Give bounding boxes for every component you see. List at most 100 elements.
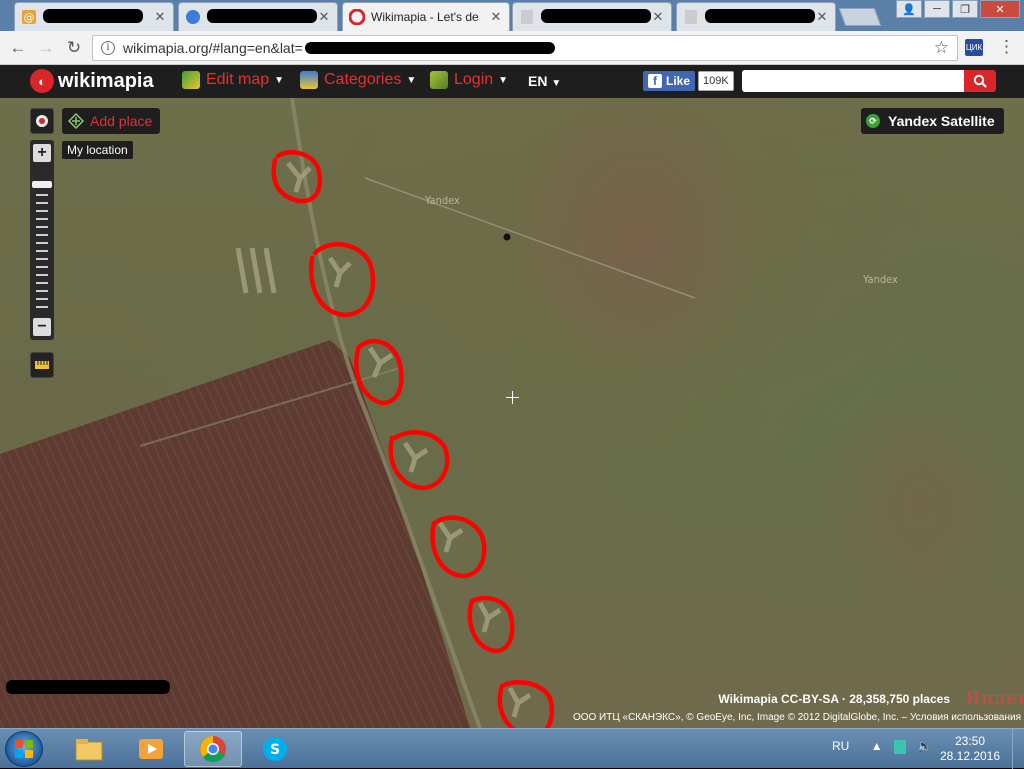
zoom-out-button[interactable]: −: [33, 318, 51, 336]
redacted-text: [207, 8, 317, 23]
tray-expand-icon[interactable]: ▲: [871, 739, 883, 753]
browser-tab[interactable]: @ ✕: [14, 2, 174, 31]
highlight-annotations: [271, 150, 555, 728]
tray-app-icon[interactable]: [893, 739, 906, 754]
keyboard-language[interactable]: RU: [832, 739, 849, 753]
yandex-watermark: Yandex: [425, 194, 460, 207]
wikimapia-logo-icon: ◐: [30, 69, 54, 93]
windows-logo-icon: [15, 740, 33, 758]
tab-close-icon[interactable]: ✕: [153, 9, 167, 25]
my-location-tooltip: My location: [62, 141, 133, 159]
redacted-text: [304, 42, 555, 54]
menu-dots-icon[interactable]: ⋮: [998, 37, 1015, 57]
forward-icon[interactable]: →: [36, 38, 56, 58]
yandex-logo: Яндекс: [965, 688, 1024, 709]
highlight-circle: [388, 430, 450, 491]
ruler-icon: [35, 361, 49, 369]
zoom-control: + −: [30, 140, 54, 340]
location-target-icon: [36, 115, 48, 127]
url-text: wikimapia.org/#lang=en&lat=: [123, 40, 303, 56]
search-button[interactable]: [964, 70, 996, 92]
svg-text:S: S: [270, 742, 280, 758]
system-tray: RU ▲ 🔈: [832, 739, 932, 754]
browser-toolbar: ← → ↻ i wikimapia.org/#lang=en&lat= ☆ ЦИ…: [0, 31, 1024, 65]
login-icon: [430, 71, 448, 89]
wikimapia-logo[interactable]: ◐ wikimapia: [30, 69, 154, 93]
tab-close-icon[interactable]: ✕: [489, 9, 503, 25]
chrome-icon[interactable]: [184, 731, 242, 767]
map-layer-selector[interactable]: ⟳ Yandex Satellite: [861, 108, 1004, 134]
browser-tab-strip: @ ✕ ✕ Wikimapia - Let's de ✕ ✕ ✕ 👤 ─ ❐ ✕: [0, 0, 1024, 31]
ruler-button[interactable]: [30, 352, 54, 378]
redacted-text: [6, 680, 170, 694]
add-place-icon: [67, 112, 85, 130]
facebook-like-button[interactable]: f Like: [643, 71, 696, 91]
volume-icon[interactable]: 🔈: [917, 739, 932, 753]
tab-close-icon[interactable]: ✕: [815, 9, 829, 25]
clock[interactable]: 23:50 28.12.2016: [935, 734, 1005, 764]
highlight-circle: [271, 150, 323, 204]
search-icon: [973, 74, 987, 88]
facebook-icon: f: [648, 74, 662, 88]
wikimapia-icon: [349, 9, 365, 25]
window-controls: 👤 ─ ❐ ✕: [896, 0, 1020, 18]
browser-tab[interactable]: ✕: [676, 2, 836, 31]
chevron-down-icon: ▼: [551, 78, 562, 89]
new-tab-button[interactable]: [838, 8, 882, 26]
reload-icon[interactable]: ↻: [64, 38, 84, 58]
file-explorer-icon[interactable]: [60, 731, 118, 767]
language-selector[interactable]: EN ▼: [528, 73, 561, 89]
start-button[interactable]: [5, 731, 43, 767]
bookmark-star-icon[interactable]: ☆: [934, 38, 949, 58]
facebook-like-count: 109K: [698, 71, 734, 91]
minimize-icon[interactable]: ─: [924, 0, 950, 18]
redacted-text: [541, 8, 651, 23]
mail-at-icon: @: [21, 9, 37, 25]
crosshair-icon: [506, 391, 519, 404]
redacted-text: [705, 8, 815, 23]
imagery-credit: ООО ИТЦ «СКАНЭКС», © GeoEye, Inc, Image …: [572, 712, 1021, 723]
highlight-circle: [467, 595, 515, 654]
chevron-down-icon: ▼: [406, 74, 417, 86]
highlight-circle: [309, 242, 376, 318]
categories-icon: [300, 71, 318, 89]
page-icon: [683, 9, 699, 25]
tab-close-icon[interactable]: ✕: [317, 9, 331, 25]
add-place-button[interactable]: Add place: [62, 108, 161, 134]
skype-icon[interactable]: S: [246, 731, 304, 767]
windows-taskbar: S RU ▲ 🔈 23:50 28.12.2016: [0, 728, 1024, 769]
login-menu[interactable]: Login ▼: [430, 71, 508, 89]
maximize-icon[interactable]: ❐: [952, 0, 978, 18]
address-bar[interactable]: i wikimapia.org/#lang=en&lat= ☆: [92, 35, 958, 61]
my-location-button[interactable]: [30, 108, 54, 134]
user-icon[interactable]: 👤: [896, 0, 922, 18]
chevron-down-icon: ▼: [274, 74, 285, 86]
close-icon[interactable]: ✕: [980, 0, 1020, 18]
media-player-icon[interactable]: [122, 731, 180, 767]
edit-map-menu[interactable]: Edit map ▼: [182, 71, 284, 89]
browser-tab[interactable]: ✕: [512, 2, 672, 31]
zoom-in-button[interactable]: +: [33, 144, 51, 162]
browser-tab[interactable]: ✕: [178, 2, 338, 31]
yandex-layer-icon: ⟳: [866, 114, 880, 128]
svg-text:@: @: [24, 11, 35, 24]
show-desktop-button[interactable]: [1012, 729, 1024, 769]
categories-menu[interactable]: Categories ▼: [300, 71, 416, 89]
yandex-watermark: Yandex: [863, 273, 898, 286]
highlight-circle: [354, 338, 404, 406]
extension-icon[interactable]: ЦИК: [965, 39, 983, 56]
satellite-map[interactable]: Yandex Yandex: [0, 98, 1024, 728]
browser-tab-active[interactable]: Wikimapia - Let's de ✕: [342, 2, 510, 31]
info-icon[interactable]: i: [101, 41, 115, 55]
wikimapia-credit: Wikimapia CC-BY-SA · 28,358,750 places: [718, 692, 950, 706]
redacted-text: [43, 8, 143, 23]
wikimapia-header: ◐ wikimapia Edit map ▼ Categories ▼ Logi…: [0, 65, 1024, 98]
tab-title: Wikimapia - Let's de: [371, 10, 479, 24]
zoom-slider-thumb[interactable]: [32, 181, 52, 188]
highlight-circle: [430, 515, 487, 579]
globe-icon: [185, 9, 201, 25]
tab-close-icon[interactable]: ✕: [651, 9, 665, 25]
search-input[interactable]: [742, 70, 964, 92]
highlight-circle: [497, 680, 555, 728]
back-icon[interactable]: ←: [8, 38, 28, 58]
